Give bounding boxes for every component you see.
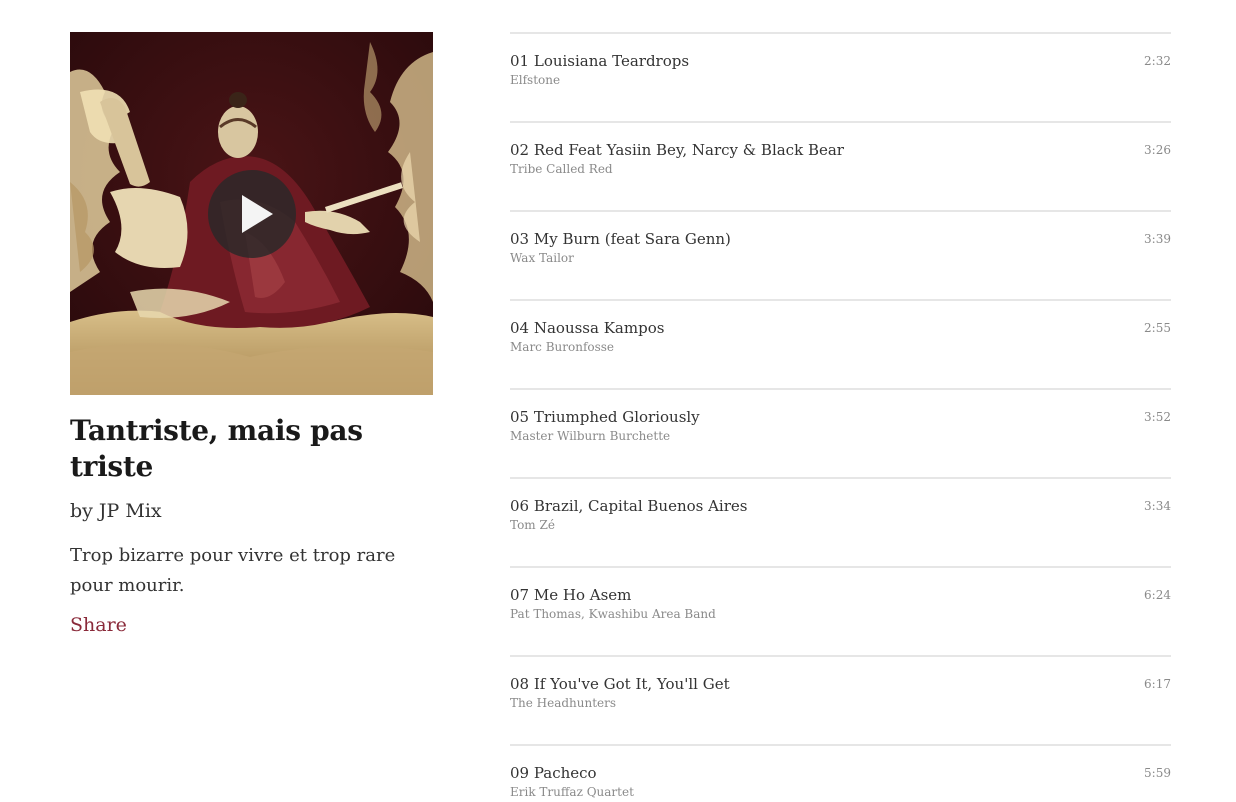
track-artist: Tom Zé (510, 518, 555, 532)
track-artist: Master Wilburn Burchette (510, 429, 671, 443)
track-artist: Pat Thomas, Kwashibu Area Band (510, 607, 716, 621)
track-row[interactable]: 01 Louisiana Teardrops Elfstone 2:32 (510, 32, 1171, 121)
track-artist: Tribe Called Red (510, 162, 613, 176)
track-duration: 3:26 (1144, 143, 1171, 157)
mix-title: Tantriste, mais pas triste (70, 414, 363, 483)
track-row[interactable]: 07 Me Ho Asem Pat Thomas, Kwashibu Area … (510, 566, 1171, 655)
track-artist: Erik Truffaz Quartet (510, 785, 634, 799)
mix-description: Trop bizarre pour vivre et trop rare pou… (70, 545, 396, 596)
track-title: 03 My Burn (feat Sara Genn) (510, 230, 731, 248)
track-title: 08 If You've Got It, You'll Get (510, 675, 730, 693)
track-title: 05 Triumphed Gloriously (510, 408, 700, 426)
track-duration: 3:34 (1144, 499, 1171, 513)
track-row[interactable]: 03 My Burn (feat Sara Genn) Wax Tailor 3… (510, 210, 1171, 299)
track-duration: 3:39 (1144, 232, 1171, 246)
track-artist: Elfstone (510, 73, 561, 87)
mix-info-panel: Tantriste, mais pas triste by JP Mix Tro… (70, 32, 433, 637)
track-artist: Wax Tailor (510, 251, 574, 265)
track-row[interactable]: 09 Pacheco Erik Truffaz Quartet 5:59 (510, 744, 1171, 802)
track-title: 01 Louisiana Teardrops (510, 52, 690, 70)
track-artist: The Headhunters (510, 696, 617, 710)
track-row[interactable]: 04 Naoussa Kampos Marc Buronfosse 2:55 (510, 299, 1171, 388)
mix-cover-art[interactable] (70, 32, 433, 395)
track-duration: 6:24 (1144, 588, 1171, 602)
track-duration: 5:59 (1144, 766, 1171, 780)
track-title: 06 Brazil, Capital Buenos Aires (510, 497, 748, 515)
track-title: 02 Red Feat Yasiin Bey, Narcy & Black Be… (510, 141, 844, 159)
track-row[interactable]: 02 Red Feat Yasiin Bey, Narcy & Black Be… (510, 121, 1171, 210)
share-link[interactable]: Share (70, 613, 127, 637)
track-duration: 3:52 (1144, 410, 1171, 424)
track-list: 01 Louisiana Teardrops Elfstone 2:32 02 … (510, 32, 1171, 802)
mix-author: by JP Mix (70, 500, 162, 522)
track-title: 07 Me Ho Asem (510, 586, 632, 604)
track-artist: Marc Buronfosse (510, 340, 615, 354)
track-duration: 2:32 (1144, 54, 1171, 68)
track-duration: 6:17 (1144, 677, 1171, 691)
track-row[interactable]: 05 Triumphed Gloriously Master Wilburn B… (510, 388, 1171, 477)
track-title: 04 Naoussa Kampos (510, 319, 665, 337)
track-row[interactable]: 08 If You've Got It, You'll Get The Head… (510, 655, 1171, 744)
track-title: 09 Pacheco (510, 764, 597, 782)
play-icon (242, 195, 273, 233)
play-button[interactable] (208, 170, 296, 258)
track-duration: 2:55 (1144, 321, 1171, 335)
track-row[interactable]: 06 Brazil, Capital Buenos Aires Tom Zé 3… (510, 477, 1171, 566)
